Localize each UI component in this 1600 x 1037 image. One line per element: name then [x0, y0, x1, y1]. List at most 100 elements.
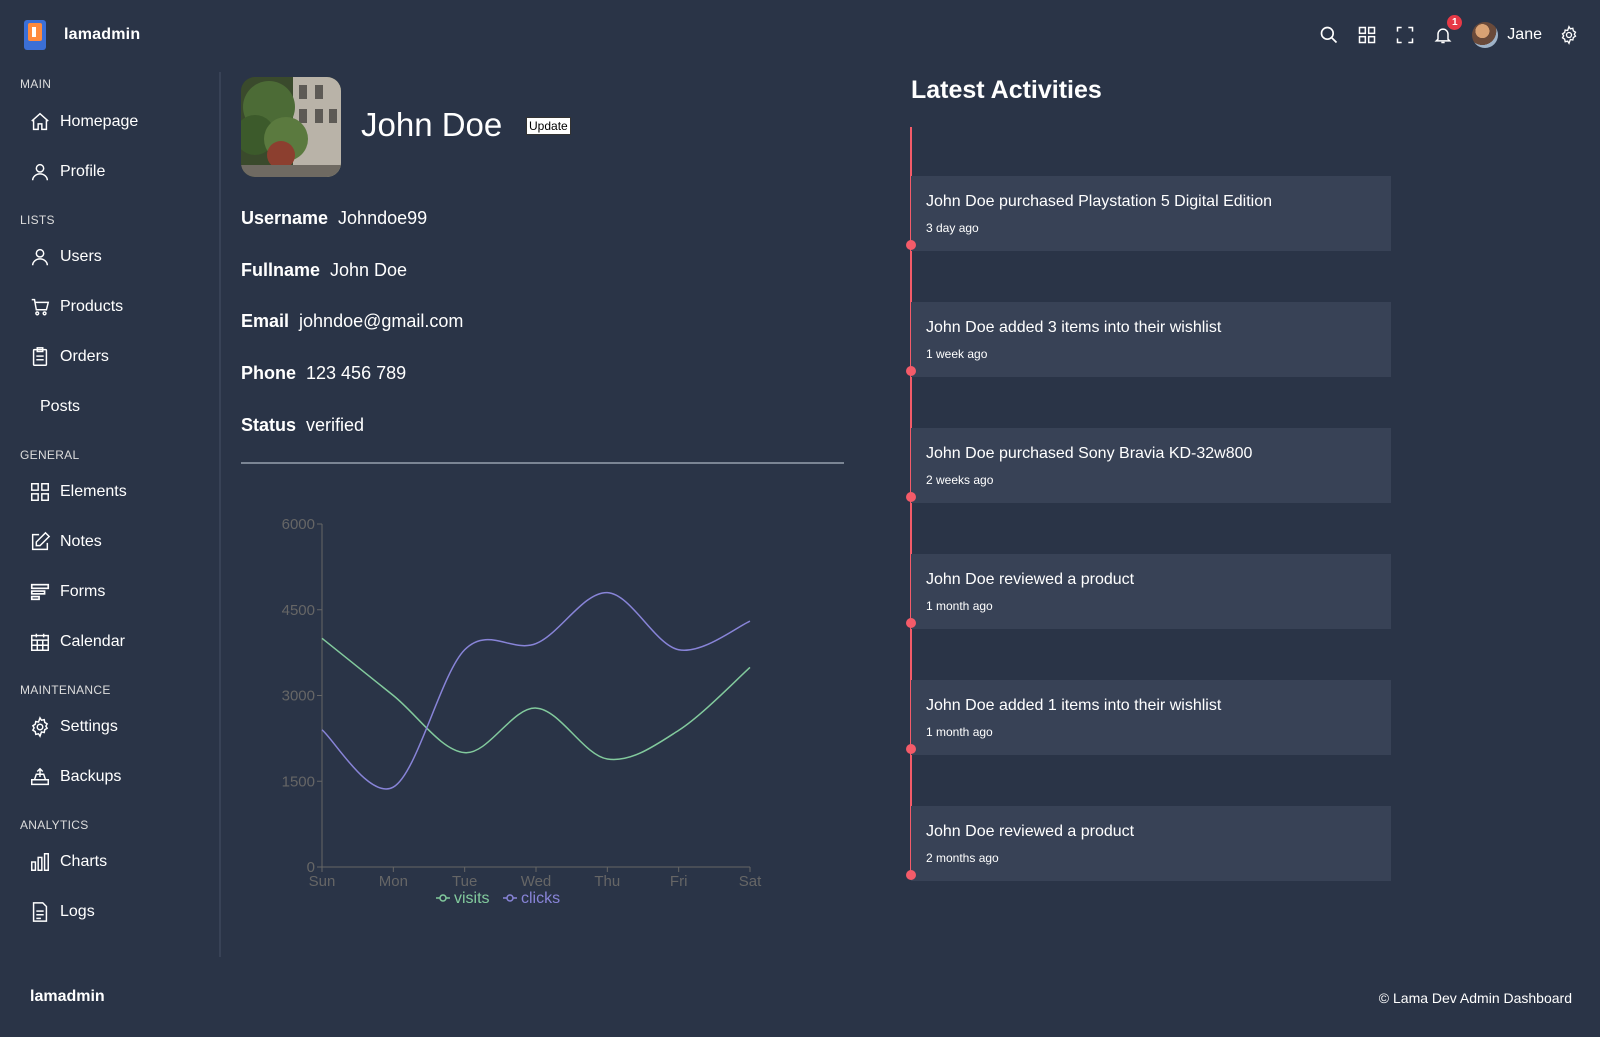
sidebar-item-profile[interactable]: Profile [29, 159, 105, 185]
sidebar-item-label: Posts [40, 398, 81, 415]
x-tick-label: Sun [309, 873, 336, 890]
sidebar-item-homepage[interactable]: Homepage [29, 109, 138, 135]
activities-title: Latest Activities [911, 76, 1102, 104]
sidebar-item-orders[interactable]: Orders [29, 344, 109, 370]
activity-text: John Doe purchased Sony Bravia KD-32w800 [926, 445, 1253, 462]
x-tick-label: Thu [594, 873, 620, 890]
brand-logo-icon [24, 20, 46, 50]
activity-item: John Doe reviewed a product 1 month ago [911, 554, 1391, 629]
profile-divider [241, 462, 844, 464]
edit-note-icon [29, 531, 51, 553]
activity-time: 2 months ago [926, 851, 999, 865]
grid-icon [29, 481, 51, 503]
sidebar-item-forms[interactable]: Forms [29, 579, 105, 605]
backup-upload-icon [29, 766, 51, 788]
detail-value: johndoe@gmail.com [299, 311, 464, 331]
document-icon [29, 901, 51, 923]
user-activity-chart: 0 1500 3000 4500 6000 Sun Mon Tue Wed Thu Fri Sat vi… [241, 500, 841, 920]
sidebar-item-label: Forms [60, 583, 106, 600]
footer-brand: lamadmin [30, 988, 105, 1005]
sidebar-item-products[interactable]: Products [29, 294, 123, 320]
timeline-dot [906, 618, 916, 628]
sidebar-item-elements[interactable]: Elements [29, 479, 127, 505]
detail-key: Fullname [241, 260, 321, 280]
detail-status: Status verified [241, 415, 364, 436]
timeline-dot [906, 744, 916, 754]
bar-chart-icon [29, 851, 51, 873]
sidebar-item-label: Users [60, 248, 102, 265]
detail-phone: Phone 123 456 789 [241, 363, 406, 384]
update-button[interactable]: Update [526, 117, 571, 135]
profile-photo [241, 77, 341, 177]
y-tick-label: 3000 [282, 688, 315, 705]
detail-value: Johndoe99 [338, 208, 428, 228]
activity-text: John Doe added 1 items into their wishli… [926, 697, 1222, 714]
search-icon[interactable] [1318, 24, 1340, 46]
activity-time: 1 month ago [926, 725, 993, 739]
sidebar-section-analytics: ANALYTICS [20, 818, 89, 832]
apps-grid-icon[interactable] [1356, 24, 1378, 46]
calendar-icon [29, 631, 51, 653]
detail-key: Status [241, 415, 297, 435]
activity-item: John Doe purchased Sony Bravia KD-32w800… [911, 428, 1391, 503]
timeline-dot [906, 240, 916, 250]
navbar: lamadmin 1 Jane [0, 0, 1600, 72]
detail-key: Email [241, 311, 290, 331]
x-tick-label: Fri [670, 873, 688, 890]
sidebar-item-charts[interactable]: Charts [29, 849, 107, 875]
fullscreen-icon[interactable] [1394, 24, 1416, 46]
sidebar-section-main: MAIN [20, 77, 52, 91]
activity-text: John Doe reviewed a product [926, 571, 1135, 588]
sidebar-item-notes[interactable]: Notes [29, 529, 102, 555]
sidebar-item-label: Charts [60, 853, 108, 870]
brand-name: lamadmin [64, 26, 141, 43]
detail-username: Username Johndoe99 [241, 208, 427, 229]
form-lines-icon [29, 581, 51, 603]
activity-time: 3 day ago [926, 221, 979, 235]
timeline-dot [906, 492, 916, 502]
sidebar-item-posts[interactable]: Posts [40, 394, 80, 420]
footer-copyright: © Lama Dev Admin Dashboard [1378, 990, 1572, 1006]
detail-key: Username [241, 208, 329, 228]
activity-item: John Doe reviewed a product 2 months ago [911, 806, 1391, 881]
timeline-dot [906, 366, 916, 376]
sidebar-item-backups[interactable]: Backups [29, 764, 121, 790]
user-avatar [1472, 22, 1499, 48]
sidebar-section-general: GENERAL [20, 448, 80, 462]
activity-text: John Doe purchased Playstation 5 Digital… [926, 193, 1272, 210]
legend-label: visits [454, 890, 490, 907]
profile-name: John Doe [361, 106, 503, 143]
notifications-badge: 1 [1447, 15, 1463, 30]
x-tick-label: Tue [452, 873, 477, 890]
series-line-clicks [321, 591, 751, 790]
activity-time: 2 weeks ago [926, 473, 994, 487]
y-tick-label: 1500 [282, 773, 315, 790]
navbar-icons: 1 Jane [1302, 15, 1580, 48]
detail-value: John Doe [330, 260, 408, 280]
detail-email: Email johndoe@gmail.com [241, 311, 463, 332]
series-line-visits [321, 637, 751, 761]
sidebar-item-calendar[interactable]: Calendar [29, 629, 125, 655]
sidebar-item-users[interactable]: Users [29, 244, 102, 270]
person-icon [29, 246, 51, 268]
brand-logo[interactable]: lamadmin [24, 20, 140, 50]
gear-icon [29, 716, 51, 738]
settings-gear-icon[interactable] [1558, 24, 1580, 46]
activity-text: John Doe added 3 items into their wishli… [926, 319, 1222, 336]
legend-label: clicks [521, 890, 560, 907]
home-icon [29, 111, 51, 133]
sidebar-item-label: Profile [60, 163, 106, 180]
sidebar-item-logs[interactable]: Logs [29, 899, 95, 925]
sidebar-section-lists: LISTS [20, 213, 55, 227]
sidebar-item-label: Notes [60, 533, 102, 550]
sidebar-item-settings[interactable]: Settings [29, 714, 118, 740]
activity-item: John Doe added 1 items into their wishli… [911, 680, 1391, 755]
activity-time: 1 week ago [926, 347, 988, 361]
activity-time: 1 month ago [926, 599, 993, 613]
user-menu[interactable]: Jane [1472, 22, 1542, 48]
x-tick-label: Wed [521, 873, 552, 890]
timeline-dot [906, 870, 916, 880]
legend-marker-dot [439, 894, 447, 902]
activity-item: John Doe added 3 items into their wishli… [911, 302, 1391, 377]
notifications-icon[interactable]: 1 [1432, 15, 1463, 46]
